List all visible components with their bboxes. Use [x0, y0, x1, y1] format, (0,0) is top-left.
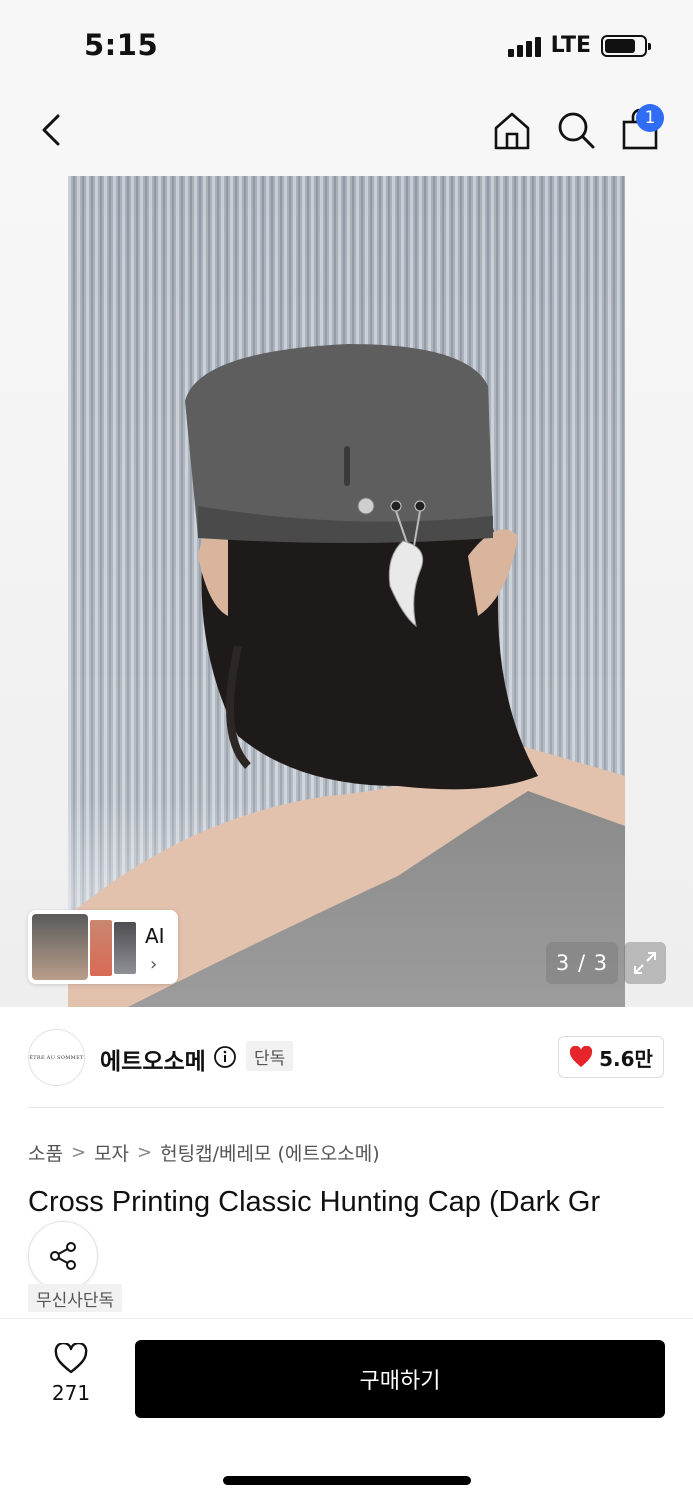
- heart-outline-icon: [54, 1341, 88, 1374]
- home-icon[interactable]: [490, 108, 534, 152]
- breadcrumb-item[interactable]: 헌팅캡/베레모 (에트오소메): [160, 1139, 380, 1166]
- divider: [28, 1107, 664, 1108]
- wishlist-button[interactable]: 271: [40, 1341, 102, 1413]
- battery-icon: [601, 34, 651, 57]
- network-label: LTE: [550, 33, 591, 58]
- search-icon[interactable]: [554, 108, 598, 152]
- back-icon[interactable]: [34, 110, 74, 150]
- ai-thumbnail: [90, 920, 112, 976]
- brand-like-button[interactable]: 5.6만: [558, 1036, 664, 1078]
- wishlist-count: 271: [51, 1381, 91, 1405]
- product-image[interactable]: [68, 176, 625, 1007]
- status-time: 5:15: [84, 28, 159, 62]
- exclusive-badge: 단독: [246, 1041, 294, 1071]
- chevron-right-icon: ›: [150, 954, 158, 975]
- cart-count-badge: 1: [636, 104, 664, 132]
- ai-label: AI: [145, 924, 165, 948]
- heart-filled-icon: [569, 1046, 593, 1067]
- signal-icon: [507, 35, 541, 57]
- ai-style-card[interactable]: AI ›: [28, 910, 178, 984]
- ai-thumbnail: [114, 922, 136, 974]
- breadcrumb-item[interactable]: 모자: [94, 1139, 129, 1166]
- share-button[interactable]: [28, 1221, 98, 1291]
- breadcrumb: 소품 > 모자 > 헌팅캡/베레모 (에트오소메): [28, 1139, 380, 1166]
- product-title: Cross Printing Classic Hunting Cap (Dark…: [28, 1186, 601, 1218]
- buy-button[interactable]: 구매하기: [135, 1340, 665, 1418]
- breadcrumb-item[interactable]: 소품: [28, 1139, 63, 1166]
- brand-name[interactable]: 에트오소메: [100, 1042, 206, 1076]
- home-indicator: [223, 1476, 471, 1485]
- chevron-right-icon: >: [137, 1142, 153, 1163]
- info-icon[interactable]: [213, 1045, 237, 1069]
- share-icon: [50, 1242, 76, 1270]
- image-page-indicator: 3 / 3: [546, 942, 618, 984]
- brand-logo-text: ÊTRE AU SOMMET: [29, 1054, 84, 1061]
- bottom-bar-divider: [0, 1318, 693, 1319]
- status-bar: 5:15 LTE: [0, 0, 693, 90]
- top-nav: 1: [0, 90, 693, 176]
- brand-logo[interactable]: ÊTRE AU SOMMET: [28, 1029, 85, 1086]
- chevron-right-icon: >: [70, 1142, 87, 1163]
- brand-like-count: 5.6만: [599, 1046, 653, 1071]
- ai-thumbnail: [32, 914, 88, 980]
- musinsa-exclusive-badge: 무신사단독: [28, 1284, 123, 1312]
- status-indicators: LTE: [507, 33, 651, 58]
- expand-icon[interactable]: [624, 942, 666, 984]
